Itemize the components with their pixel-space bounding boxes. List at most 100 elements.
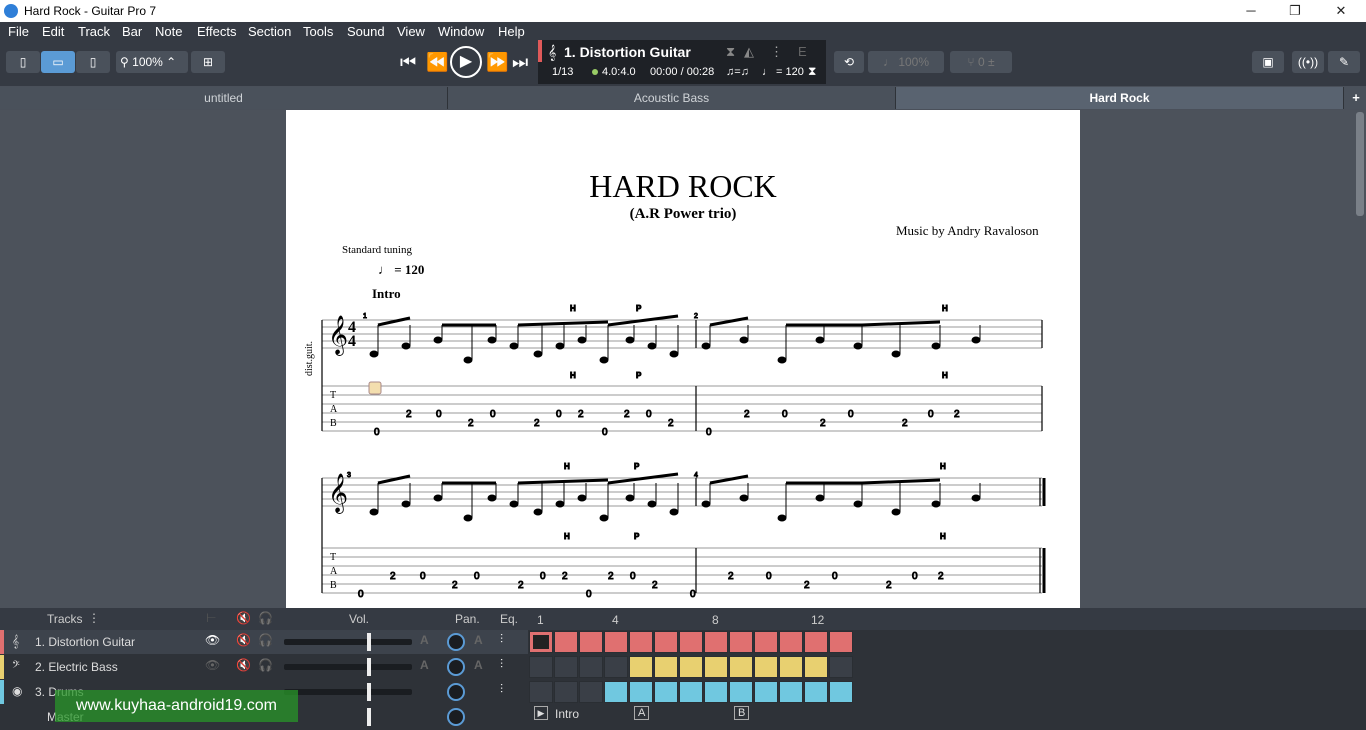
volume-slider-1[interactable] bbox=[284, 639, 412, 645]
volume-thumb-3[interactable] bbox=[367, 683, 371, 701]
zoom-control[interactable]: ⚲ 100% ⌃ bbox=[116, 51, 188, 73]
menu-sound[interactable]: Sound bbox=[347, 24, 385, 39]
relative-speed-control[interactable]: ♩ 100% bbox=[868, 51, 944, 73]
fast-forward-icon[interactable]: ⏩ bbox=[486, 52, 508, 73]
tuning-fork-control[interactable]: ⑂ 0 ± bbox=[950, 51, 1012, 73]
menu-view[interactable]: View bbox=[397, 24, 425, 39]
metronome-icon[interactable]: ⧗ bbox=[726, 44, 735, 60]
bar-cell[interactable] bbox=[604, 681, 628, 703]
track-name-2[interactable]: 2. Electric Bass bbox=[35, 660, 118, 674]
bar-cell[interactable] bbox=[554, 631, 578, 653]
solo-icon-2[interactable]: 🎧 bbox=[258, 658, 273, 672]
menu-edit[interactable]: Edit bbox=[42, 24, 64, 39]
menu-effects[interactable]: Effects bbox=[197, 24, 237, 39]
panel-left-button[interactable]: ▯ bbox=[6, 51, 40, 73]
bar-cell[interactable] bbox=[704, 631, 728, 653]
bar-cell[interactable] bbox=[529, 681, 553, 703]
volume-thumb-2[interactable] bbox=[367, 658, 371, 676]
tab-hard-rock[interactable]: Hard Rock bbox=[896, 87, 1344, 109]
menu-help[interactable]: Help bbox=[498, 24, 525, 39]
bar-cell[interactable] bbox=[729, 681, 753, 703]
tab-untitled[interactable]: untitled bbox=[0, 87, 448, 109]
bar-cell[interactable] bbox=[779, 681, 803, 703]
bar-cell[interactable] bbox=[654, 656, 678, 678]
auto-pan-icon[interactable]: A bbox=[474, 633, 483, 647]
volume-thumb-1[interactable] bbox=[367, 633, 371, 651]
mute-icon-2[interactable]: 🔇 bbox=[236, 658, 251, 672]
solo-header-icon[interactable]: 🎧 bbox=[258, 611, 273, 625]
menu-file[interactable]: File bbox=[8, 24, 29, 39]
mute-icon[interactable]: 🔇 bbox=[236, 633, 251, 647]
bar-cell[interactable] bbox=[579, 656, 603, 678]
eq-icon-3[interactable]: ⫶ bbox=[500, 682, 503, 697]
collapse-icon[interactable]: ⊢ bbox=[206, 611, 216, 625]
bar-cell[interactable] bbox=[529, 656, 553, 678]
panel-right-button[interactable]: ▯ bbox=[76, 51, 110, 73]
eq-icon[interactable]: ⫶ bbox=[500, 632, 503, 647]
auto-volume-icon-2[interactable]: A bbox=[420, 658, 429, 672]
bar-cell[interactable] bbox=[679, 681, 703, 703]
bar-cell[interactable] bbox=[829, 631, 853, 653]
more-icon[interactable]: ⋮ bbox=[770, 44, 783, 60]
loop-button[interactable]: ⟲ bbox=[834, 51, 864, 73]
track-row-electric-bass[interactable]: 𝄢 2. Electric Bass 👁 🔇 🎧 A A ⫶ bbox=[0, 655, 528, 679]
menu-note[interactable]: Note bbox=[155, 24, 182, 39]
bar-cell[interactable] bbox=[829, 656, 853, 678]
bar-cell[interactable] bbox=[604, 631, 628, 653]
track-row-distortion-guitar[interactable]: 𝄞 1. Distortion Guitar 👁 🔇 🎧 A A ⫶ bbox=[0, 630, 528, 654]
sound-button[interactable]: ((•)) bbox=[1292, 51, 1324, 73]
bar-cell[interactable] bbox=[729, 656, 753, 678]
bar-cell[interactable] bbox=[654, 631, 678, 653]
bar-cell[interactable] bbox=[754, 631, 778, 653]
master-volume-thumb[interactable] bbox=[367, 708, 371, 726]
solo-icon[interactable]: 🎧 bbox=[258, 633, 273, 647]
tracks-menu-icon[interactable]: ⋮ bbox=[88, 611, 100, 625]
lcd-track-name[interactable]: 1. Distortion Guitar bbox=[564, 44, 691, 60]
bar-cell[interactable] bbox=[779, 656, 803, 678]
close-button[interactable]: ✕ bbox=[1318, 2, 1364, 20]
bar-cell[interactable] bbox=[579, 681, 603, 703]
bar-cell[interactable] bbox=[729, 631, 753, 653]
bar-cell[interactable] bbox=[554, 681, 578, 703]
instrument-view-button[interactable]: ▣ bbox=[1252, 51, 1284, 73]
visibility-eye-icon-2[interactable]: 👁 bbox=[205, 658, 220, 672]
go-to-start-icon[interactable]: ⏮ bbox=[400, 52, 416, 73]
minimize-button[interactable]: ─ bbox=[1228, 2, 1274, 20]
pan-knob-1[interactable] bbox=[447, 633, 465, 651]
bar-cell[interactable] bbox=[829, 681, 853, 703]
count-in-icon[interactable]: ◭ bbox=[744, 44, 754, 60]
marker-b[interactable]: B bbox=[734, 706, 750, 720]
triplet-feel[interactable]: ♫=♫ bbox=[726, 66, 749, 78]
new-tab-button[interactable]: + bbox=[1346, 87, 1366, 109]
play-button[interactable]: ▶ bbox=[450, 46, 482, 78]
tempo-display[interactable]: ♩ = 120 bbox=[762, 66, 804, 78]
bar-cell[interactable] bbox=[779, 631, 803, 653]
eq-icon-2[interactable]: ⫶ bbox=[500, 657, 503, 672]
bar-cell[interactable] bbox=[679, 656, 703, 678]
bar-cell[interactable] bbox=[704, 656, 728, 678]
track-name-1[interactable]: 1. Distortion Guitar bbox=[35, 635, 135, 649]
bar-cell[interactable] bbox=[754, 681, 778, 703]
page-layout-button[interactable]: ⊞ bbox=[191, 51, 225, 73]
bar-cell[interactable] bbox=[629, 681, 653, 703]
bar-cell[interactable] bbox=[604, 656, 628, 678]
panel-bottom-button[interactable]: ▭ bbox=[41, 51, 75, 73]
bar-cell[interactable] bbox=[704, 681, 728, 703]
maximize-button[interactable]: ❐ bbox=[1272, 2, 1318, 20]
menu-section[interactable]: Section bbox=[248, 24, 291, 39]
bar-cell[interactable] bbox=[529, 631, 553, 653]
vertical-scrollbar[interactable] bbox=[1356, 112, 1364, 216]
menu-track[interactable]: Track bbox=[78, 24, 110, 39]
visibility-eye-icon[interactable]: 👁 bbox=[205, 633, 220, 647]
bar-cell[interactable] bbox=[804, 631, 828, 653]
play-section-icon[interactable]: ▶ bbox=[534, 706, 548, 720]
menu-bar-item[interactable]: Bar bbox=[122, 24, 142, 39]
menu-tools[interactable]: Tools bbox=[303, 24, 333, 39]
rewind-icon[interactable]: ⏪ bbox=[426, 52, 448, 73]
auto-pan-icon-2[interactable]: A bbox=[474, 658, 483, 672]
mute-header-icon[interactable]: 🔇 bbox=[236, 611, 251, 625]
bar-cell[interactable] bbox=[679, 631, 703, 653]
bar-cell[interactable] bbox=[629, 656, 653, 678]
master-pan-knob[interactable] bbox=[447, 708, 465, 726]
volume-slider-2[interactable] bbox=[284, 664, 412, 670]
